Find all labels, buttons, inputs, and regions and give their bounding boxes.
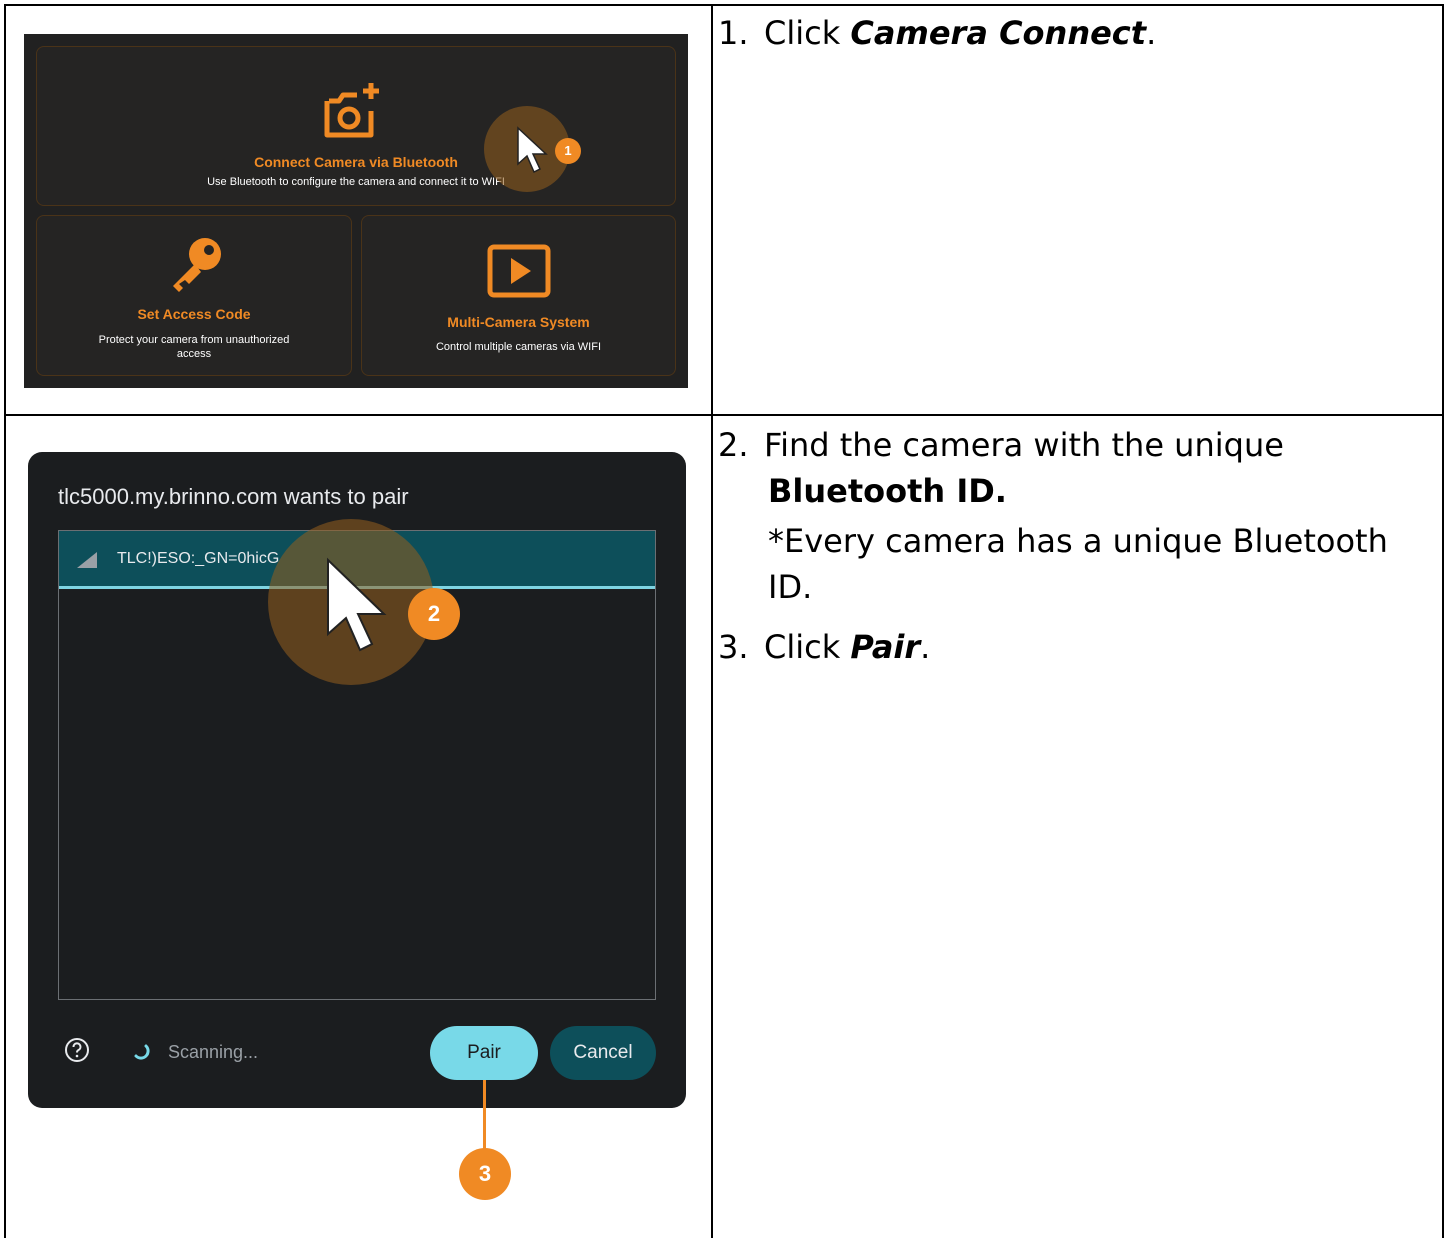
connect-camera-card[interactable]: Connect Camera via Bluetooth Use Bluetoo… bbox=[36, 46, 676, 206]
step-1-prefix: Click bbox=[764, 14, 851, 52]
camera-plus-icon bbox=[324, 83, 379, 138]
step-1-text: 1. Click Camera Connect. bbox=[718, 10, 1156, 56]
step-2-line1: Find the camera with the unique bbox=[764, 426, 1284, 464]
step-3-text: 3. Click Pair. bbox=[718, 624, 930, 670]
step-badge-3: 3 bbox=[459, 1148, 511, 1200]
step-badge-1: 1 bbox=[555, 138, 581, 164]
step-2-bluetooth-id: Bluetooth ID. bbox=[768, 472, 1007, 510]
multi-camera-desc: Control multiple cameras via WIFI bbox=[435, 341, 602, 353]
cancel-button[interactable]: Cancel bbox=[550, 1026, 656, 1080]
step-2-note-line2: ID. bbox=[768, 568, 813, 606]
key-icon bbox=[173, 238, 221, 292]
cursor-arrow-icon bbox=[517, 126, 548, 174]
connect-camera-desc: Use Bluetooth to configure the camera an… bbox=[207, 176, 505, 188]
row-divider bbox=[6, 414, 1442, 416]
help-icon[interactable] bbox=[64, 1037, 90, 1063]
multi-camera-title: Multi-Camera System bbox=[447, 314, 590, 330]
cursor-arrow-icon bbox=[327, 557, 387, 652]
pair-button[interactable]: Pair bbox=[430, 1026, 538, 1080]
step-1-number: 1. bbox=[718, 14, 749, 52]
step-1-suffix: . bbox=[1146, 14, 1157, 52]
step-badge-2: 2 bbox=[408, 588, 460, 640]
set-access-code-title: Set Access Code bbox=[137, 306, 251, 322]
multi-camera-card[interactable]: Multi-Camera System Control multiple cam… bbox=[361, 215, 676, 376]
dialog-title: tlc5000.my.brinno.com wants to pair bbox=[58, 484, 409, 509]
step-1-emphasis: Camera Connect bbox=[850, 14, 1147, 52]
set-access-code-desc-line2: access bbox=[176, 348, 212, 360]
step-2-note-line1: *Every camera has a unique Bluetooth bbox=[768, 522, 1388, 560]
step-3-suffix: . bbox=[920, 628, 931, 666]
app-menu-screenshot: Connect Camera via Bluetooth Use Bluetoo… bbox=[24, 34, 688, 388]
play-box-icon bbox=[487, 244, 551, 298]
callout-line bbox=[483, 1080, 486, 1150]
signal-strength-icon bbox=[77, 552, 97, 568]
step-3-prefix: Click bbox=[764, 628, 851, 666]
device-name: TLC!)ESO:_GN=0hicG bbox=[117, 550, 280, 567]
spinner-icon bbox=[134, 1044, 150, 1060]
set-access-code-card[interactable]: Set Access Code Protect your camera from… bbox=[36, 215, 352, 376]
scanning-status: Scanning... bbox=[168, 1042, 259, 1062]
set-access-code-desc-line1: Protect your camera from unauthorized bbox=[98, 334, 290, 346]
step-3-number: 3. bbox=[718, 628, 749, 666]
step-2-number: 2. bbox=[718, 426, 749, 464]
column-divider bbox=[711, 6, 713, 1238]
step-2-text: 2. Find the camera with the unique Blueto… bbox=[718, 422, 1388, 610]
step-3-emphasis: Pair bbox=[850, 628, 921, 666]
